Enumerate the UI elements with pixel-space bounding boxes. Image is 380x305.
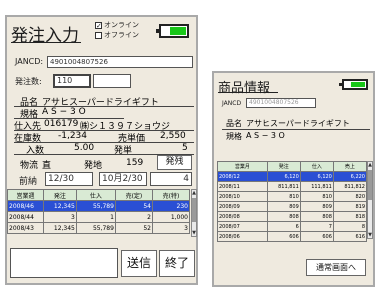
jancd-field[interactable]: 4901004807526 — [47, 56, 193, 68]
table-row[interactable]: 2008/43 12,345 55,789 52 3 — [7, 222, 191, 234]
table-scrollbar[interactable]: ▲ ▼ — [367, 161, 373, 239]
prev-delivery-label: 前納 — [19, 177, 38, 187]
col-order: 発注 — [266, 161, 301, 172]
qty-label: 発注数: — [15, 77, 42, 86]
table-row[interactable]: 2008/12 6,120 6,120 6,220 — [217, 171, 368, 182]
scroll-up-icon[interactable]: ▲ — [368, 162, 372, 168]
col-sales-special: 売(特) — [151, 189, 191, 201]
table-row[interactable]: 2008/06 606 606 616 — [217, 231, 368, 242]
order-entry-screen: 発注入力 ✓ オンライン オフライン JANCD: 4901004807526 … — [5, 15, 198, 285]
title-underline — [11, 42, 81, 43]
scroll-thumb[interactable] — [368, 170, 372, 200]
col-month: 営業月 — [217, 161, 268, 172]
back-to-normal-button[interactable]: 通常画面へ — [306, 259, 366, 276]
online-label: オンライン — [104, 21, 139, 29]
end-button[interactable]: 終了 — [159, 250, 195, 277]
dist-label: 物流 — [20, 161, 39, 171]
prev-date-from[interactable]: 12/30 — [45, 172, 93, 186]
product-name-row: 品名 アサヒスーパードライギフト — [222, 118, 370, 130]
spec-value: A S − 3 O — [246, 131, 285, 140]
stock-value: -1,234 — [58, 131, 88, 141]
send-button[interactable]: 送信 — [121, 250, 157, 277]
online-checkbox[interactable]: ✓ — [95, 21, 102, 29]
col-sales-regular: 売(定) — [114, 189, 153, 201]
name-value: アサヒスーパードライギフト — [246, 119, 350, 128]
table-row[interactable]: 2008/08 808 808 818 — [217, 211, 368, 222]
table-row[interactable]: 2008/07 6 7 8 — [217, 221, 368, 232]
spec-value: A S − 3 O — [42, 107, 86, 117]
title-underline — [218, 92, 278, 93]
unit-value: 5 — [182, 143, 188, 153]
prev-date-to[interactable]: 10月2/30 — [99, 172, 147, 186]
product-name-row: 品名 アサヒスーパードライギフト — [14, 95, 194, 108]
jancd-label: JANCD — [222, 100, 242, 107]
table-scrollbar[interactable]: ▲ ▼ — [191, 189, 197, 237]
jancd-field[interactable]: 4901004807526 — [246, 98, 316, 108]
table-row[interactable]: 2008/10 810 810 820 — [217, 191, 368, 202]
supplier-code: 016179 — [44, 119, 79, 129]
col-sales: 売上 — [332, 161, 368, 172]
battery-icon — [339, 79, 368, 90]
col-purchase: 仕入 — [75, 189, 116, 201]
online-option[interactable]: ✓ オンライン — [95, 20, 139, 30]
offline-option[interactable]: オフライン — [95, 30, 139, 40]
order-place-value: 159 — [126, 158, 144, 168]
table-header-row: 営業週 発注 仕入 売(定) 売(特) — [7, 189, 191, 201]
table-row[interactable]: 2008/11 811,811 111,811 811,812 — [217, 181, 368, 192]
sales-price-value: 2,550 — [160, 131, 186, 141]
qty-field-extra[interactable] — [93, 74, 131, 88]
scroll-down-icon[interactable]: ▼ — [368, 232, 372, 238]
case-row: 入数 5.00 発単 5 — [14, 143, 194, 156]
col-order: 発注 — [42, 189, 77, 201]
table-row[interactable]: 2008/44 3 1 2 1,000 — [7, 211, 191, 223]
qty-field[interactable]: 110 — [53, 74, 91, 88]
stock-row: 在庫数 -1,234 売単価 2,550 — [14, 131, 194, 144]
name-label: 品名 — [226, 119, 242, 128]
order-place-label: 発地 — [84, 161, 103, 171]
spec-row: 規格 A S − 3 O — [14, 107, 124, 120]
col-purchase: 仕入 — [299, 161, 334, 172]
order-remaining-button[interactable]: 発残 — [157, 155, 192, 170]
table-row[interactable]: 2008/09 809 809 819 — [217, 201, 368, 212]
weekly-history-table: 営業週 発注 仕入 売(定) 売(特) 2008/46 12,345 55,78… — [7, 189, 191, 234]
offline-label: オフライン — [104, 31, 139, 39]
battery-icon — [156, 24, 189, 38]
prev-count[interactable]: 4 — [150, 172, 192, 186]
jancd-label: JANCD: — [15, 57, 44, 66]
col-week: 営業週 — [7, 189, 44, 201]
table-row[interactable]: 2008/46 12,345 55,789 54 230 — [7, 200, 191, 212]
spec-label: 規格 — [226, 132, 242, 141]
scroll-thumb[interactable] — [192, 198, 196, 222]
scroll-up-icon[interactable]: ▲ — [192, 190, 196, 196]
product-info-screen: 商品情報 JANCD 4901004807526 品名 アサヒスーパードライギフ… — [212, 71, 375, 287]
supplier-row: 仕入先 016179 ㈱シ１３９７ショウジ — [14, 119, 194, 132]
monthly-history-table: 営業月 発注 仕入 売上 2008/12 6,120 6,120 6,220 2… — [217, 161, 368, 242]
offline-checkbox[interactable] — [95, 31, 102, 39]
scroll-down-icon[interactable]: ▼ — [192, 230, 196, 236]
message-field[interactable] — [10, 248, 118, 278]
table-header-row: 営業月 発注 仕入 売上 — [217, 161, 368, 172]
dist-value: 直 — [42, 161, 52, 171]
spec-row: 規格 A S − 3 O — [222, 131, 370, 143]
case-value: 5.00 — [74, 143, 95, 153]
page-title: 商品情報 — [218, 81, 271, 96]
